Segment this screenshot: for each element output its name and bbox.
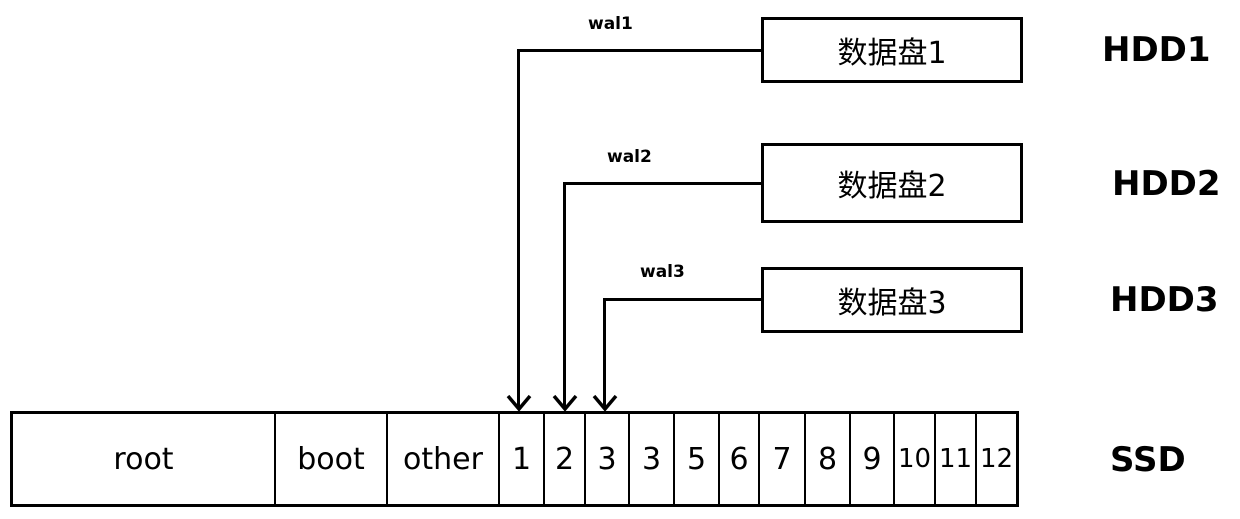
wal3-label: wal3	[640, 262, 685, 282]
wal1-label: wal1	[588, 14, 633, 34]
partition-label: 3	[641, 441, 662, 477]
ssd-partition-slot: 7	[758, 414, 804, 504]
partition-label: 12	[979, 444, 1014, 474]
wal3-connector-vertical	[603, 298, 606, 407]
partition-label: 8	[817, 441, 838, 477]
data-disk-2-label: 数据盘2	[837, 169, 947, 204]
ssd-partition-slot: 3	[584, 414, 628, 504]
hdd2-label: HDD2	[1112, 164, 1221, 204]
ssd-partition-boot: boot	[274, 414, 386, 504]
partition-label: boot	[297, 441, 365, 477]
data-disk-3-box: 数据盘3	[761, 267, 1023, 333]
wal2-connector-vertical	[563, 182, 566, 407]
wal2-connector-horizontal	[563, 182, 763, 185]
ssd-partition-slot: 9	[849, 414, 893, 504]
hdd3-label: HDD3	[1110, 280, 1219, 320]
partition-label: 5	[686, 441, 707, 477]
ssd-partition-root: root	[13, 414, 274, 504]
hdd1-label: HDD1	[1102, 30, 1211, 70]
ssd-partition-slot: 10	[893, 414, 934, 504]
partition-label: 11	[938, 444, 973, 474]
partition-label: 6	[729, 441, 749, 477]
ssd-partition-bar: root boot other 1 2 3 3 5 6 7 8 9 10 11 …	[10, 411, 1019, 507]
ssd-partition-slot: 11	[934, 414, 975, 504]
data-disk-1-label: 数据盘1	[837, 36, 947, 71]
partition-label: 7	[772, 441, 792, 477]
data-disk-1-box: 数据盘1	[761, 17, 1023, 83]
wal3-connector-horizontal	[603, 298, 763, 301]
partition-label: root	[113, 441, 174, 477]
wal1-connector-vertical	[517, 49, 520, 407]
data-disk-3-label: 数据盘3	[837, 286, 947, 321]
partition-label: other	[403, 441, 483, 477]
wal1-connector-horizontal	[517, 49, 763, 52]
ssd-partition-slot: 3	[628, 414, 673, 504]
ssd-partition-other: other	[386, 414, 498, 504]
ssd-partition-slot: 8	[804, 414, 849, 504]
partition-label: 1	[511, 441, 532, 477]
partition-label: 2	[554, 441, 575, 477]
ssd-label: SSD	[1110, 440, 1186, 480]
ssd-partition-slot: 6	[718, 414, 758, 504]
ssd-partition-slot: 2	[543, 414, 584, 504]
partition-label: 10	[897, 444, 932, 474]
ssd-partition-slot: 5	[673, 414, 718, 504]
partition-label: 9	[862, 441, 882, 477]
data-disk-2-box: 数据盘2	[761, 143, 1023, 223]
wal2-label: wal2	[607, 147, 652, 167]
ssd-partition-slot: 1	[498, 414, 543, 504]
ssd-partition-slot: 12	[975, 414, 1016, 504]
partition-label: 3	[597, 441, 617, 477]
